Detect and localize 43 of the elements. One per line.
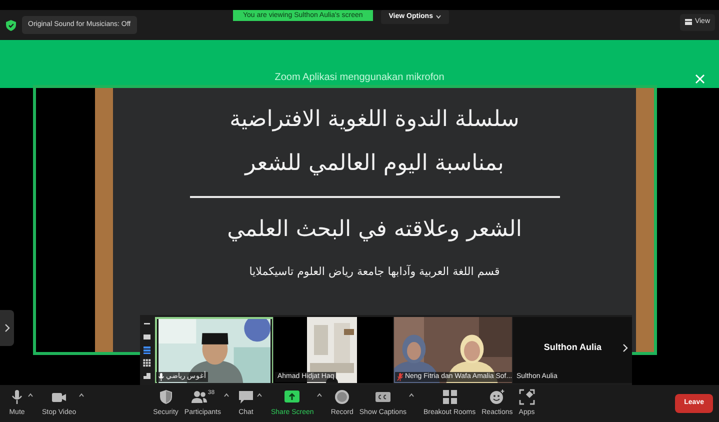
slide-subtitle: الشعر وعلاقته في البحث العلمي xyxy=(226,216,523,244)
chevron-right-icon xyxy=(623,344,628,352)
caret-button[interactable] xyxy=(79,392,84,397)
grid-icon xyxy=(684,19,692,26)
caret-icon xyxy=(409,392,414,397)
side-panel-button[interactable] xyxy=(0,310,14,346)
caret-button[interactable] xyxy=(224,392,229,397)
slide-institution: قسم اللغة العربية وآدابها جامعة رياض العلوم تاسيكملايا xyxy=(248,264,501,280)
layout-icon xyxy=(142,372,151,380)
next-page-button[interactable] xyxy=(623,344,628,352)
chat-bubble-icon xyxy=(238,388,254,405)
caret-icon xyxy=(79,392,84,397)
shield-icon xyxy=(158,388,174,405)
caret-button[interactable] xyxy=(28,392,33,397)
participant-name: Sulthon Aulia xyxy=(544,341,602,354)
caret-icon xyxy=(436,15,441,19)
people-icon xyxy=(190,388,207,405)
view-layout-button[interactable] xyxy=(142,332,151,341)
caret-icon xyxy=(257,392,262,397)
mic-icon xyxy=(9,388,25,405)
grid-icon xyxy=(442,388,458,405)
caret-icon xyxy=(316,392,322,397)
layout-icon xyxy=(142,346,151,354)
record-icon xyxy=(334,388,350,405)
caret-button[interactable] xyxy=(409,392,414,397)
slide-title: بمناسبة اليوم العالمي للشعر xyxy=(243,150,505,178)
view-layout-button[interactable] xyxy=(142,346,151,354)
chevron-right-icon xyxy=(4,324,10,332)
view-layout-button[interactable] xyxy=(142,359,151,368)
caret-button[interactable] xyxy=(257,392,262,397)
layout-icon xyxy=(142,359,151,368)
caret-icon xyxy=(28,392,33,397)
slide-title: سلسلة الندوة اللغوية الافتراضية xyxy=(228,106,520,134)
smiley-icon xyxy=(489,388,506,405)
shield-icon xyxy=(6,20,16,30)
caret-button[interactable] xyxy=(316,392,322,397)
share-screen-icon xyxy=(284,388,300,405)
notification-text: Zoom Aplikasi menggunakan mikrofon xyxy=(274,71,444,85)
close-button[interactable] xyxy=(695,74,705,84)
close-icon xyxy=(695,74,705,84)
view-layout-button[interactable] xyxy=(142,372,151,380)
caret-icon xyxy=(224,392,229,397)
apps-icon xyxy=(518,388,535,405)
